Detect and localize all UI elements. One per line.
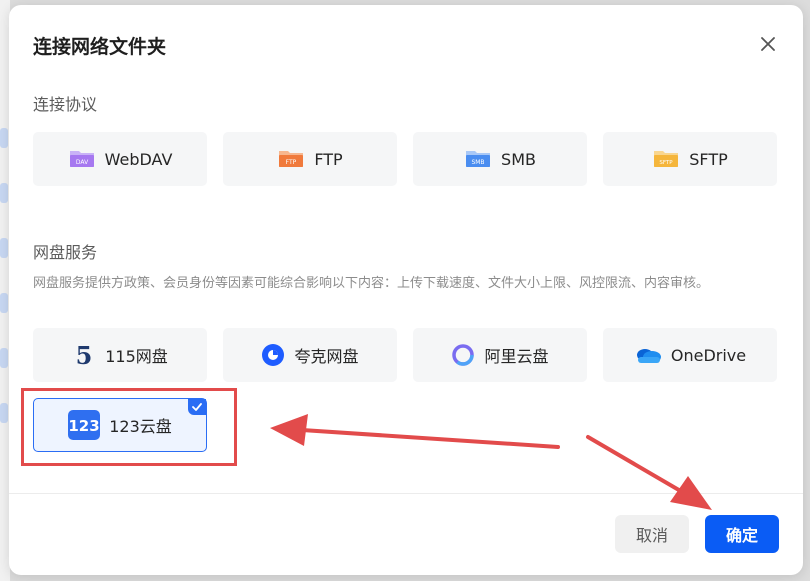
protocol-section-label: 连接协议 [33, 95, 98, 114]
dialog-title: 连接网络文件夹 [33, 36, 167, 58]
background-item-marker [0, 238, 8, 258]
confirm-button[interactable]: 确定 [705, 515, 779, 553]
background-item-marker [0, 348, 8, 368]
svg-text:DAV: DAV [75, 159, 88, 166]
cloud-card-115[interactable]: 5 115网盘 [33, 328, 207, 382]
protocol-card-ftp[interactable]: FTP FTP [223, 132, 397, 186]
background-item-marker [0, 183, 8, 203]
ftp-icon: FTP [279, 151, 304, 167]
cloud-label: 夸克网盘 [294, 347, 359, 366]
svg-text:FTP: FTP [286, 159, 297, 166]
smb-icon: SMB [466, 151, 491, 167]
protocol-card-smb[interactable]: SMB SMB [413, 132, 587, 186]
webdav-icon: DAV [69, 151, 94, 167]
cloud-label: 115网盘 [105, 347, 168, 366]
cloud-card-aliyun[interactable]: 阿里云盘 [413, 328, 587, 382]
svg-text:5: 5 [76, 342, 93, 368]
svg-text:SFTP: SFTP [660, 160, 674, 166]
protocol-label: FTP [314, 149, 343, 169]
footer-divider [9, 493, 803, 494]
cloud-label: 阿里云盘 [484, 347, 549, 366]
sftp-icon: SFTP [654, 151, 679, 167]
cloud-section-label: 网盘服务 [33, 243, 98, 262]
background-item-marker [0, 293, 8, 313]
onedrive-logo-icon [636, 349, 661, 363]
protocol-card-sftp[interactable]: SFTP SFTP [603, 132, 777, 186]
svg-text:SMB: SMB [471, 159, 484, 166]
protocol-label: SFTP [689, 149, 728, 169]
cloud-card-quark[interactable]: 夸克网盘 [223, 328, 397, 382]
cloud-card-onedrive[interactable]: OneDrive [603, 328, 777, 382]
aliyun-logo-icon [452, 344, 475, 366]
protocol-card-webdav[interactable]: DAV WebDAV [33, 132, 207, 186]
cloud-label: OneDrive [670, 345, 747, 365]
protocol-label: SMB [501, 149, 536, 169]
annotation-highlight-box [21, 388, 237, 466]
cloud-service-description: 网盘服务提供方政策、会员身份等因素可能综合影响以下内容：上传下载速度、文件大小上… [33, 276, 710, 291]
protocol-label: WebDAV [104, 149, 173, 169]
background-item-marker [0, 403, 8, 423]
close-icon[interactable] [757, 33, 779, 55]
115-logo-icon: 5 [76, 342, 93, 368]
quark-logo-icon [262, 344, 285, 366]
connect-network-folder-dialog: 连接网络文件夹 连接协议 DAV WebDAV FTP FTP SMB SMB [9, 5, 803, 575]
cancel-button[interactable]: 取消 [615, 515, 689, 553]
background-item-marker [0, 128, 8, 148]
